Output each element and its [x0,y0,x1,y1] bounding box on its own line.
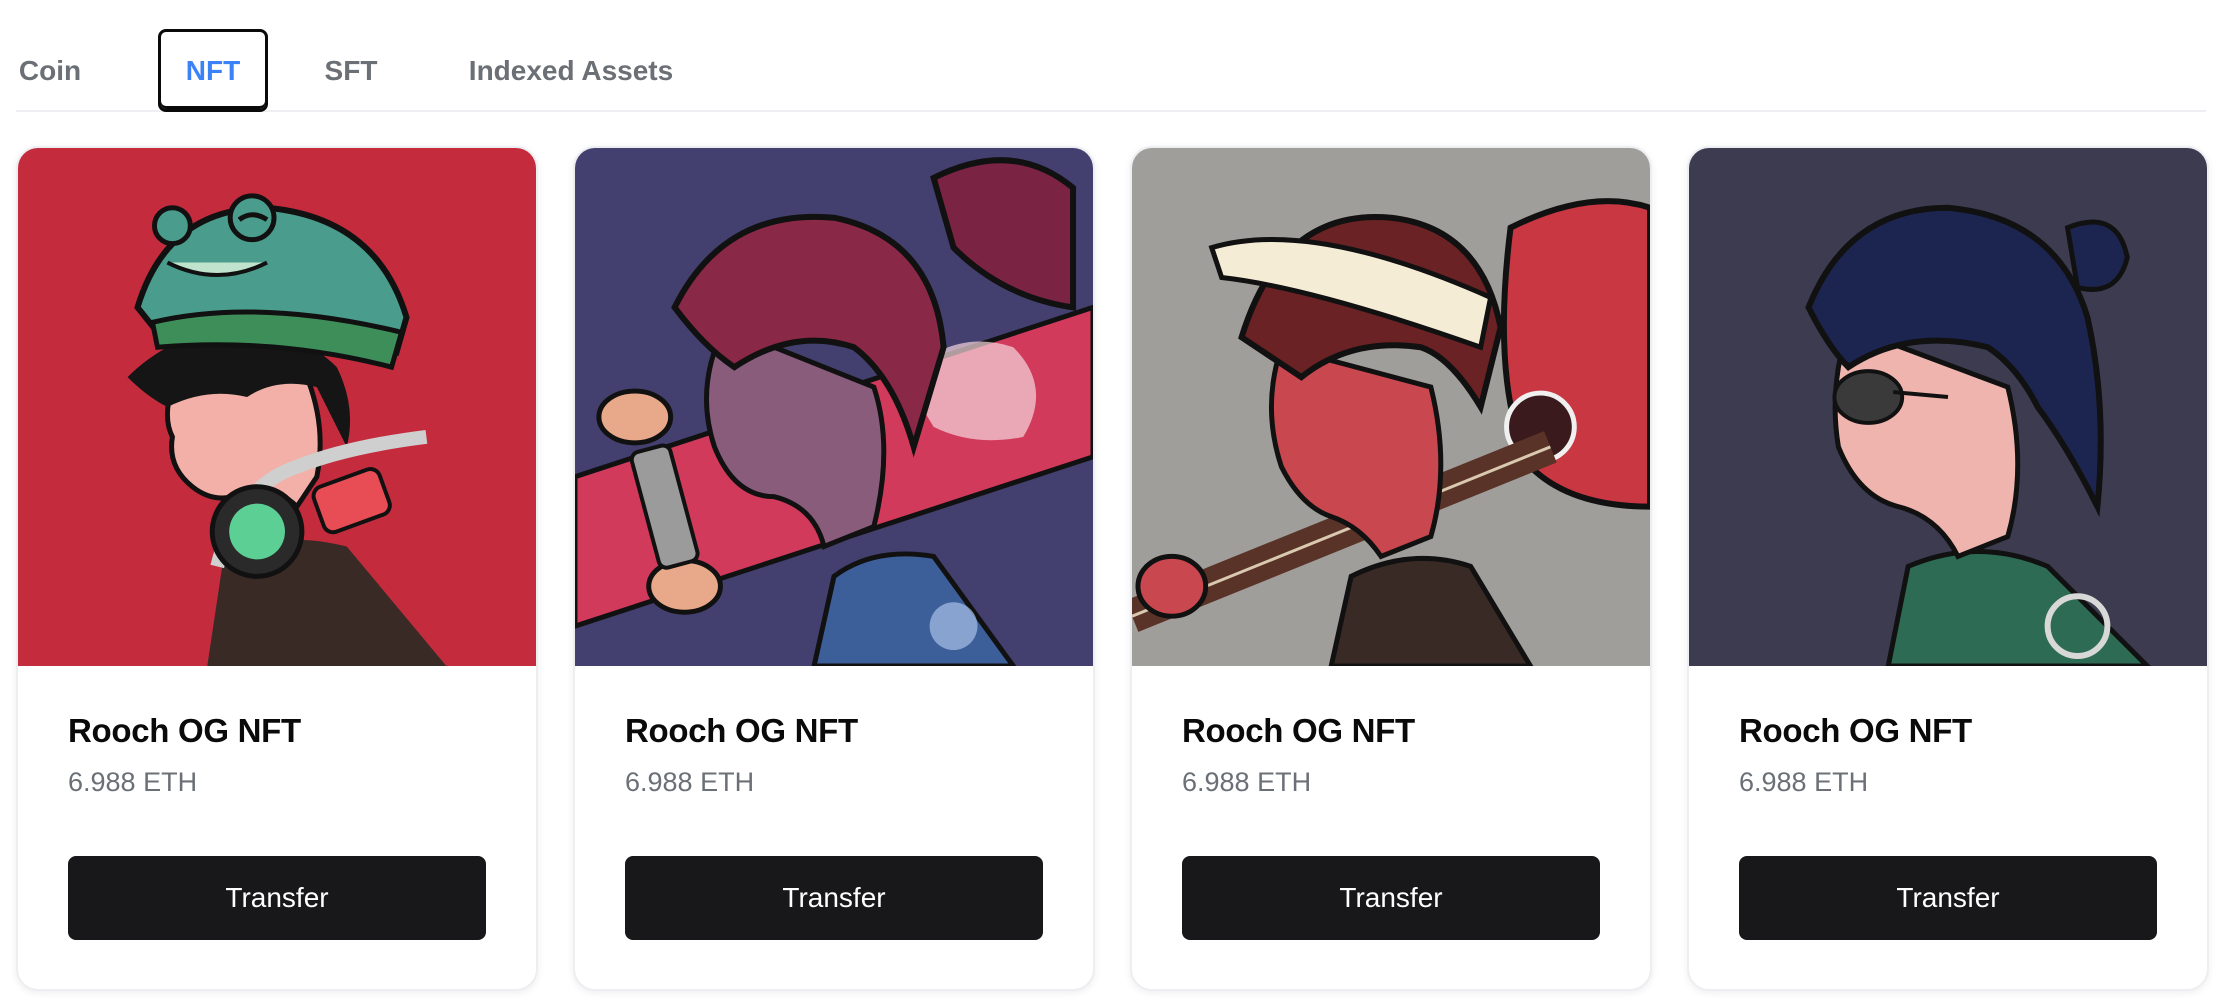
nft-card[interactable]: Rooch OG NFT 6.988 ETH Transfer [16,146,538,991]
asset-tabs: Coin NFT SFT Indexed Assets [16,0,2206,112]
nft-card[interactable]: Rooch OG NFT 6.988 ETH Transfer [1687,146,2209,991]
nft-card[interactable]: Rooch OG NFT 6.988 ETH Transfer [1130,146,1652,991]
nft-title: Rooch OG NFT [625,712,858,749]
anime-boy-guitar-image [1132,148,1650,666]
anime-boy-eyepatch-image [1689,148,2207,666]
transfer-button[interactable]: Transfer [1182,856,1600,940]
nft-card[interactable]: Rooch OG NFT 6.988 ETH Transfer [573,146,1095,991]
nft-image [18,148,536,666]
nft-price: 6.988 ETH [1182,767,1312,797]
nft-title: Rooch OG NFT [1182,712,1415,749]
anime-boy-frog-hat-image [18,148,536,666]
tab-indexed-assets[interactable]: Indexed Assets [456,29,686,112]
tab-nft[interactable]: NFT [158,29,268,112]
tab-sft[interactable]: SFT [318,29,384,112]
nft-title: Rooch OG NFT [1739,712,1972,749]
transfer-button[interactable]: Transfer [68,856,486,940]
anime-girl-skateboard-image [575,148,1093,666]
tab-coin[interactable]: Coin [16,29,84,112]
nft-image [575,148,1093,666]
nft-grid: Rooch OG NFT 6.988 ETH Transfer Rooch OG… [16,146,2209,991]
nft-price: 6.988 ETH [625,767,755,797]
nft-title: Rooch OG NFT [68,712,301,749]
nft-image [1132,148,1650,666]
transfer-button[interactable]: Transfer [1739,856,2157,940]
nft-price: 6.988 ETH [1739,767,1869,797]
nft-image [1689,148,2207,666]
nft-price: 6.988 ETH [68,767,198,797]
transfer-button[interactable]: Transfer [625,856,1043,940]
